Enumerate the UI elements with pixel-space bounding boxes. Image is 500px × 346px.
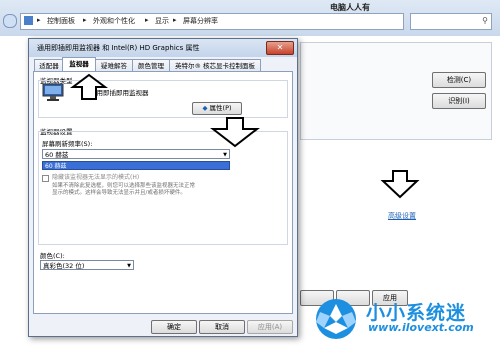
close-button[interactable]: ✕ xyxy=(266,41,294,55)
watermark-url: www.ilovext.com xyxy=(368,321,474,334)
arrow-icon xyxy=(70,73,108,100)
breadcrumb-sep: ▸ xyxy=(83,16,87,24)
dialog-titlebar[interactable]: 通用即插即用监视器 和 Intel(R) HD Graphics 属性 ✕ xyxy=(29,39,297,57)
chevron-down-icon: ▼ xyxy=(223,152,227,158)
close-icon: ✕ xyxy=(276,43,284,52)
watermark-logo-icon xyxy=(316,299,356,339)
colors-label: 颜色(C): xyxy=(40,252,65,260)
breadcrumb-sep: ▸ xyxy=(37,16,41,24)
breadcrumb-display[interactable]: 显示 xyxy=(155,16,169,26)
refresh-rate-container: 60 赫兹 ▼ 60 赫兹 xyxy=(42,149,232,173)
advanced-settings-link[interactable]: 高级设置 xyxy=(388,211,416,221)
refresh-rate-value: 60 赫兹 xyxy=(45,151,69,159)
search-icon: ⚲ xyxy=(482,16,488,25)
refresh-rate-select[interactable]: 60 赫兹 ▼ xyxy=(42,149,230,159)
colors-select[interactable]: 真彩色(32 位) ▼ xyxy=(40,260,134,270)
detect-button[interactable]: 检测(C) xyxy=(432,72,486,88)
monitor-tab-panel: 监视器类型 通用即插即用监视器 ◆ 属性(P) 监视器设置 屏幕刷新频率(S):… xyxy=(33,71,293,314)
hide-modes-desc-2: 显示的模式。这样会导致无法显示并且/或者损坏硬件。 xyxy=(52,190,186,196)
breadcrumb-sep: ▸ xyxy=(145,16,149,24)
arrow-icon xyxy=(210,117,260,148)
refresh-rate-option[interactable]: 60 赫兹 xyxy=(42,161,230,170)
properties-button-label: 属性(P) xyxy=(209,104,232,112)
shield-icon: ◆ xyxy=(202,104,208,112)
properties-dialog: 通用即插即用监视器 和 Intel(R) HD Graphics 属性 ✕ 适配… xyxy=(28,38,298,337)
back-button[interactable] xyxy=(3,14,17,28)
monitor-icon xyxy=(42,83,64,101)
brand-watermark: 电脑人人有 xyxy=(330,2,370,12)
monitor-preview-area xyxy=(300,42,492,140)
breadcrumb-sep: ▸ xyxy=(173,16,177,24)
properties-button[interactable]: ◆ 属性(P) xyxy=(192,102,242,115)
cancel-button[interactable]: 取消 xyxy=(199,320,245,334)
ok-button[interactable]: 确定 xyxy=(151,320,197,334)
hide-modes-checkbox[interactable] xyxy=(42,175,49,182)
address-bar[interactable]: ▸ 控制面板 ▸ 外观和个性化 ▸ 显示 ▸ 屏幕分辨率 xyxy=(20,13,404,30)
search-box[interactable]: ⚲ xyxy=(410,13,492,30)
apply-button[interactable]: 应用(A) xyxy=(247,320,293,334)
identify-button[interactable]: 识别(I) xyxy=(432,93,486,109)
breadcrumb-control-panel[interactable]: 控制面板 xyxy=(47,16,75,26)
hide-modes-desc-1: 如果不清除此复选框，则您可以选择那些该监视器无法正常 xyxy=(52,183,196,189)
arrow-icon xyxy=(380,170,420,199)
breadcrumb-resolution[interactable]: 屏幕分辨率 xyxy=(183,16,218,26)
refresh-rate-label: 屏幕刷新频率(S): xyxy=(42,140,93,148)
background-titlebar: ▸ 控制面板 ▸ 外观和个性化 ▸ 显示 ▸ 屏幕分辨率 电脑人人有 ⚲ xyxy=(0,0,500,37)
dialog-title: 通用即插即用监视器 和 Intel(R) HD Graphics 属性 xyxy=(37,44,200,52)
chevron-down-icon: ▼ xyxy=(127,263,131,269)
control-panel-icon xyxy=(24,16,33,25)
colors-value: 真彩色(32 位) xyxy=(43,262,85,270)
breadcrumb-appearance[interactable]: 外观和个性化 xyxy=(93,16,135,26)
hide-modes-label: 隐藏该监视器无法显示的模式(H) xyxy=(52,174,140,181)
